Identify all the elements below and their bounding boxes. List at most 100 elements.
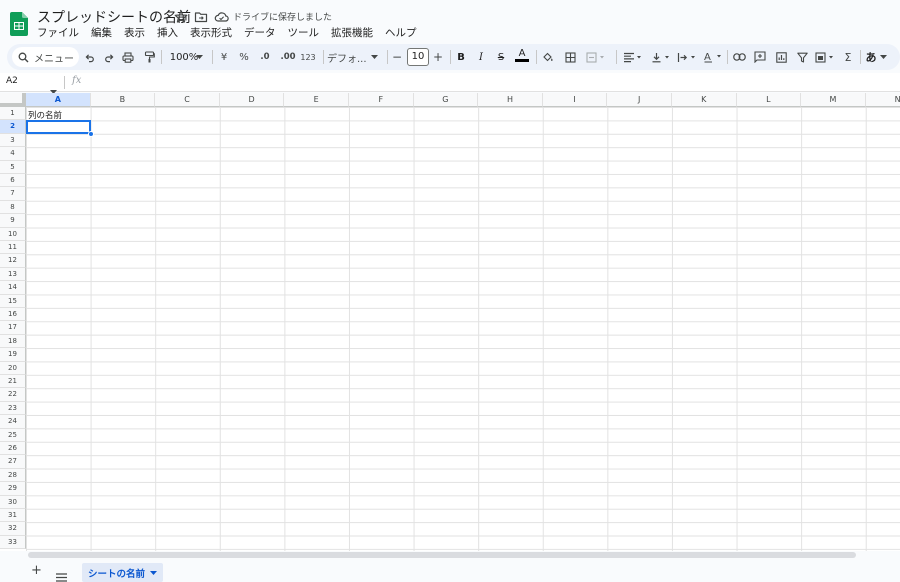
row-header[interactable]: 15 (0, 294, 26, 308)
sheets-logo-icon[interactable] (10, 12, 28, 36)
redo-icon[interactable] (102, 48, 116, 66)
star-icon[interactable] (174, 9, 188, 23)
menu-file[interactable]: ファイル (31, 25, 85, 41)
column-header[interactable]: E (284, 93, 349, 107)
sheet-grid[interactable]: ABCDEFGHIJKLMN 1 2 3 4 5 6 7 8 9 10 11 12 13 14 15 16 17… (0, 93, 900, 551)
row-header[interactable]: 4 (0, 147, 26, 161)
row-header[interactable]: 1 (0, 107, 26, 121)
column-header[interactable]: N (865, 93, 900, 107)
all-sheets-icon[interactable] (56, 567, 67, 582)
insert-chart-icon[interactable] (773, 48, 789, 66)
row-header[interactable]: 17 (0, 321, 26, 335)
menu-edit[interactable]: 編集 (85, 25, 118, 41)
column-header[interactable]: H (478, 93, 543, 107)
row-header[interactable]: 19 (0, 348, 26, 362)
row-header[interactable]: 18 (0, 334, 26, 349)
name-box[interactable]: A2 (6, 76, 18, 86)
menu-help[interactable]: ヘルプ (379, 25, 423, 41)
bold-button[interactable]: B (454, 48, 468, 66)
row-header[interactable]: 22 (0, 388, 26, 402)
filter-icon[interactable] (794, 48, 810, 66)
column-header[interactable]: L (736, 93, 802, 107)
functions-button[interactable]: Σ (841, 48, 855, 66)
font-family-select[interactable]: デフォ... (327, 48, 371, 66)
row-header[interactable]: 26 (0, 442, 26, 456)
font-size-increase-button[interactable]: + (432, 48, 444, 66)
row-header[interactable]: 21 (0, 375, 26, 389)
menu-extensions[interactable]: 拡張機能 (325, 25, 379, 41)
column-header[interactable]: I (542, 93, 608, 107)
chevron-down-icon[interactable] (878, 48, 888, 66)
increase-decimal-button[interactable]: .00 (279, 48, 297, 66)
row-header[interactable]: 6 (0, 174, 26, 188)
menu-format[interactable]: 表示形式 (184, 25, 238, 41)
number-format-button[interactable]: 123 (299, 48, 317, 66)
add-sheet-icon[interactable]: + (31, 564, 42, 578)
row-header[interactable]: 11 (0, 241, 26, 255)
text-rotation-icon[interactable]: A (701, 48, 725, 66)
insert-comment-icon[interactable] (752, 48, 768, 66)
column-header[interactable]: B (90, 93, 156, 107)
row-header[interactable]: 14 (0, 281, 26, 295)
menu-insert[interactable]: 挿入 (151, 25, 184, 41)
strikethrough-button[interactable]: S (494, 48, 508, 66)
sheet-tab-active[interactable]: シートの名前 (82, 563, 164, 582)
row-header[interactable]: 33 (0, 535, 26, 550)
input-tools-button[interactable]: あ (864, 48, 878, 66)
column-header[interactable]: G (413, 93, 479, 107)
row-header[interactable]: 7 (0, 187, 26, 201)
row-header[interactable]: 25 (0, 428, 26, 442)
italic-button[interactable]: I (474, 48, 488, 66)
fill-color-icon[interactable] (541, 48, 555, 66)
text-color-button[interactable]: A (515, 48, 529, 62)
row-header[interactable]: 5 (0, 160, 26, 174)
row-header[interactable]: 10 (0, 227, 26, 241)
row-header[interactable]: 27 (0, 455, 26, 469)
insert-link-icon[interactable] (731, 48, 747, 66)
paint-format-icon[interactable] (142, 48, 156, 66)
row-header[interactable]: 24 (0, 415, 26, 429)
row-header[interactable]: 28 (0, 468, 26, 483)
merge-cells-icon[interactable] (585, 48, 607, 66)
horizontal-align-icon[interactable] (621, 48, 645, 66)
column-header[interactable]: J (607, 93, 672, 107)
row-header[interactable]: 20 (0, 361, 26, 375)
active-cell-selection[interactable] (26, 120, 91, 134)
currency-format-button[interactable]: ¥ (217, 48, 231, 66)
chevron-down-icon[interactable] (194, 48, 204, 66)
row-header[interactable]: 32 (0, 522, 26, 536)
row-header[interactable]: 31 (0, 509, 26, 523)
row-header[interactable]: 8 (0, 200, 26, 215)
row-header[interactable]: 12 (0, 254, 26, 268)
row-header[interactable]: 16 (0, 308, 26, 322)
menu-data[interactable]: データ (238, 25, 282, 41)
borders-icon[interactable] (563, 48, 577, 66)
font-size-input[interactable]: 10 (407, 48, 429, 66)
column-header[interactable]: A (26, 93, 91, 107)
menu-tools[interactable]: ツール (282, 25, 326, 41)
decrease-decimal-button[interactable]: .0 (257, 48, 273, 66)
row-header[interactable]: 23 (0, 401, 26, 416)
chevron-down-icon[interactable] (369, 48, 379, 66)
row-header[interactable]: 30 (0, 495, 26, 509)
undo-icon[interactable] (82, 48, 96, 66)
print-icon[interactable] (121, 48, 135, 66)
move-folder-icon[interactable] (194, 9, 208, 23)
menu-view[interactable]: 表示 (118, 25, 151, 41)
column-header[interactable]: D (219, 93, 285, 107)
select-all-corner[interactable] (0, 93, 26, 107)
percent-format-button[interactable]: % (237, 48, 251, 66)
text-wrap-icon[interactable] (675, 48, 699, 66)
row-header[interactable]: 3 (0, 133, 26, 148)
column-header[interactable]: F (349, 93, 414, 107)
chevron-down-icon[interactable] (150, 570, 158, 575)
row-header[interactable]: 13 (0, 267, 26, 282)
cloud-saved-icon[interactable] (214, 9, 229, 23)
row-header[interactable]: 29 (0, 482, 26, 496)
column-header[interactable]: K (672, 93, 737, 107)
filter-views-icon[interactable] (813, 48, 837, 66)
font-size-decrease-button[interactable]: − (391, 48, 403, 66)
column-header[interactable]: M (801, 93, 866, 107)
row-header[interactable]: 2 (0, 120, 26, 134)
fill-handle[interactable] (88, 131, 94, 137)
